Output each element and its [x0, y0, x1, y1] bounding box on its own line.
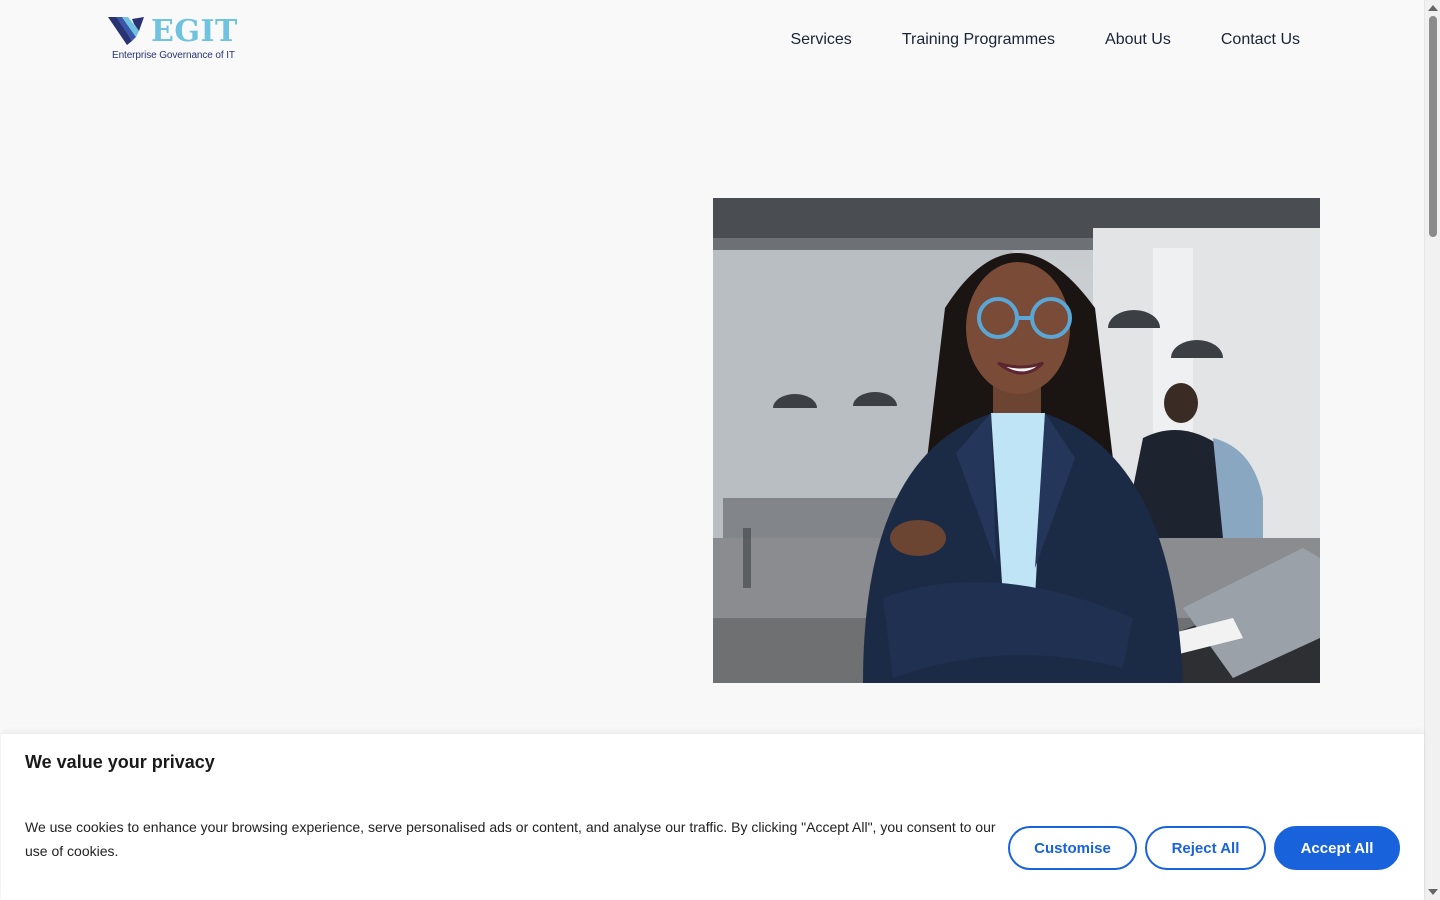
nav-services[interactable]: Services [790, 29, 851, 51]
site-header: EGIT Enterprise Governance of IT Service… [0, 0, 1424, 80]
site-logo[interactable]: EGIT Enterprise Governance of IT [108, 15, 237, 63]
customise-button[interactable]: Customise [1008, 826, 1137, 870]
logo-tagline: Enterprise Governance of IT [112, 50, 235, 61]
hero-photo-illustration [713, 198, 1320, 683]
scroll-up-arrow-icon[interactable] [1428, 5, 1438, 11]
cookie-banner-text: We use cookies to enhance your browsing … [25, 819, 996, 859]
nav-about-us[interactable]: About Us [1105, 29, 1171, 51]
reject-all-button[interactable]: Reject All [1145, 826, 1266, 870]
main-nav: Services Training Programmes About Us Co… [790, 29, 1300, 51]
egit-logo-icon [108, 17, 144, 45]
page-scrollbar[interactable] [1424, 0, 1440, 900]
accept-all-button[interactable]: Accept All [1274, 826, 1400, 870]
scrollbar-thumb[interactable] [1429, 16, 1437, 237]
cookie-consent-banner: We value your privacy We use cookies to … [1, 733, 1424, 900]
nav-training-programmes[interactable]: Training Programmes [902, 29, 1055, 51]
cookie-banner-title: We value your privacy [25, 752, 215, 772]
nav-contact-us[interactable]: Contact Us [1221, 29, 1300, 51]
logo-wordmark: EGIT [151, 14, 238, 49]
hero-photo [713, 198, 1320, 683]
scroll-down-arrow-icon[interactable] [1428, 889, 1438, 895]
